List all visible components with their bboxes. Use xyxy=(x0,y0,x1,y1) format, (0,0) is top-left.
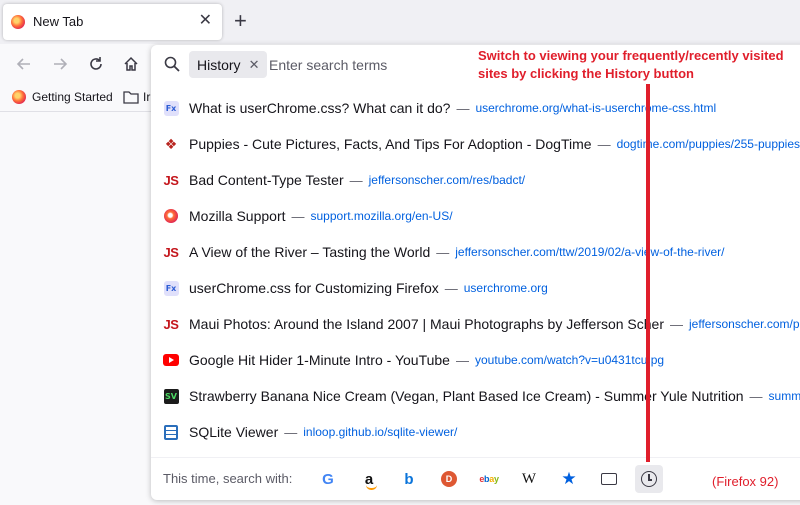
database-icon xyxy=(163,424,179,440)
version-note: (Firefox 92) xyxy=(712,474,779,489)
one-off-search-bar: This time, search with: G a b D ebay W ★ xyxy=(151,459,800,500)
result-url: dogtime.com/puppies/255-puppies xyxy=(616,137,800,151)
search-mode-chip[interactable]: History ✕ xyxy=(189,51,268,78)
result-url: jeffersonscher.com/res/badct/ xyxy=(368,173,526,187)
bookmark-label: Getting Started xyxy=(32,90,113,104)
bookmarks-star-icon[interactable]: ★ xyxy=(555,465,583,493)
youtube-icon xyxy=(163,352,179,368)
wikipedia-icon[interactable]: W xyxy=(515,465,543,493)
firefox-icon xyxy=(12,90,26,104)
firefox-icon xyxy=(11,15,25,29)
result-url: userchrome.org/what-is-userchrome-css.ht… xyxy=(475,101,717,115)
result-separator: — xyxy=(456,100,470,116)
result-url: userchrome.org xyxy=(463,281,548,295)
close-icon[interactable]: ✕ xyxy=(249,57,260,73)
divider xyxy=(151,457,800,458)
result-url: youtube.com/watch?v=u0431tcuIpg xyxy=(474,353,665,367)
result-title: A View of the River – Tasting the World xyxy=(189,244,431,260)
result-row[interactable]: SQLite Viewer — inloop.github.io/sqlite-vi… xyxy=(151,414,800,450)
result-title: Mozilla Support xyxy=(189,208,286,224)
result-row[interactable]: JS Maui Photos: Around the Island 2007 | … xyxy=(151,306,800,342)
result-separator: — xyxy=(670,316,684,332)
home-icon[interactable] xyxy=(121,54,141,74)
tab-strip: New Tab ✕ + xyxy=(0,0,800,44)
google-icon[interactable]: G xyxy=(314,465,342,493)
mozilla-icon xyxy=(163,208,179,224)
forward-icon[interactable] xyxy=(50,54,70,74)
bing-icon[interactable]: b xyxy=(395,465,423,493)
result-separator: — xyxy=(349,172,363,188)
result-url: summery xyxy=(768,389,800,403)
bookmark-folder[interactable]: Ir xyxy=(123,90,150,104)
result-separator: — xyxy=(597,136,611,152)
bookmark-label: Ir xyxy=(143,90,151,104)
search-mode-label: History xyxy=(197,56,241,73)
result-url: inloop.github.io/sqlite-viewer/ xyxy=(303,425,458,439)
close-tab-icon[interactable]: ✕ xyxy=(199,12,212,30)
result-title: Bad Content-Type Tester xyxy=(189,172,344,188)
result-separator: — xyxy=(284,424,298,440)
result-row[interactable]: ❖ Puppies - Cute Pictures, Facts, And Tip… xyxy=(151,126,800,162)
new-tab-button[interactable]: + xyxy=(234,9,247,33)
annotation-callout: Switch to viewing your frequently/recent… xyxy=(478,48,784,81)
sv-favicon-icon: SV xyxy=(163,388,179,404)
reload-icon[interactable] xyxy=(86,54,106,74)
js-favicon-icon: JS xyxy=(163,316,179,332)
search-icon xyxy=(164,56,180,77)
bookmark-getting-started[interactable]: Getting Started xyxy=(12,90,113,104)
annotation-arrow-line xyxy=(646,84,650,462)
result-separator: — xyxy=(455,352,469,368)
result-row[interactable]: Fx What is userChrome.css? What can it do… xyxy=(151,90,800,126)
result-separator: — xyxy=(444,280,458,296)
tab-new-tab[interactable]: New Tab ✕ xyxy=(3,4,222,40)
result-title: SQLite Viewer xyxy=(189,424,279,440)
result-url: jeffersonscher.com/ttw/2019/02/a-view-of… xyxy=(455,245,725,259)
search-with-label: This time, search with: xyxy=(163,471,293,486)
history-clock-icon[interactable] xyxy=(635,465,663,493)
result-row[interactable]: SV Strawberry Banana Nice Cream (Vegan, P… xyxy=(151,378,800,414)
result-row[interactable]: Google Hit Hider 1-Minute Intro - YouTub… xyxy=(151,342,800,378)
duckduckgo-icon[interactable]: D xyxy=(435,465,463,493)
userchrome-favicon-icon: Fx xyxy=(163,100,179,116)
result-row[interactable]: Fx userChrome.css for Customizing Firefox… xyxy=(151,270,800,306)
result-title: Maui Photos: Around the Island 2007 | Ma… xyxy=(189,316,665,332)
js-favicon-icon: JS xyxy=(163,244,179,260)
result-title: Strawberry Banana Nice Cream (Vegan, Pla… xyxy=(189,388,744,404)
results-list: Fx What is userChrome.css? What can it do… xyxy=(151,90,800,450)
result-row[interactable]: JS Bad Content-Type Tester — jeffersonscher… xyxy=(151,162,800,198)
result-title: Google Hit Hider 1-Minute Intro - YouTub… xyxy=(189,352,450,368)
ebay-icon[interactable]: ebay xyxy=(475,465,503,493)
userchrome-favicon-icon: Fx xyxy=(163,280,179,296)
result-row[interactable]: Mozilla Support — support.mozilla.org/en-U… xyxy=(151,198,800,234)
paw-icon: ❖ xyxy=(164,135,178,152)
result-title: Puppies - Cute Pictures, Facts, And Tips… xyxy=(189,136,592,152)
js-favicon-icon: JS xyxy=(163,172,179,188)
folder-icon xyxy=(123,91,139,104)
result-separator: — xyxy=(749,388,763,404)
tab-title: New Tab xyxy=(33,14,84,29)
result-separator: — xyxy=(436,244,450,260)
result-separator: — xyxy=(291,208,305,224)
result-row[interactable]: JS A View of the River – Tasting the Worl… xyxy=(151,234,800,270)
result-title: userChrome.css for Customizing Firefox xyxy=(189,280,439,296)
result-url: jeffersonscher.com/ph xyxy=(689,317,800,331)
amazon-icon[interactable]: a xyxy=(355,465,383,493)
result-title: What is userChrome.css? What can it do? xyxy=(189,100,451,116)
urlbar-popup: History ✕ Fx What is userChrome.css? What… xyxy=(151,45,800,500)
result-url: support.mozilla.org/en-US/ xyxy=(310,209,453,223)
tabs-icon[interactable] xyxy=(595,465,623,493)
back-icon[interactable] xyxy=(14,54,34,74)
